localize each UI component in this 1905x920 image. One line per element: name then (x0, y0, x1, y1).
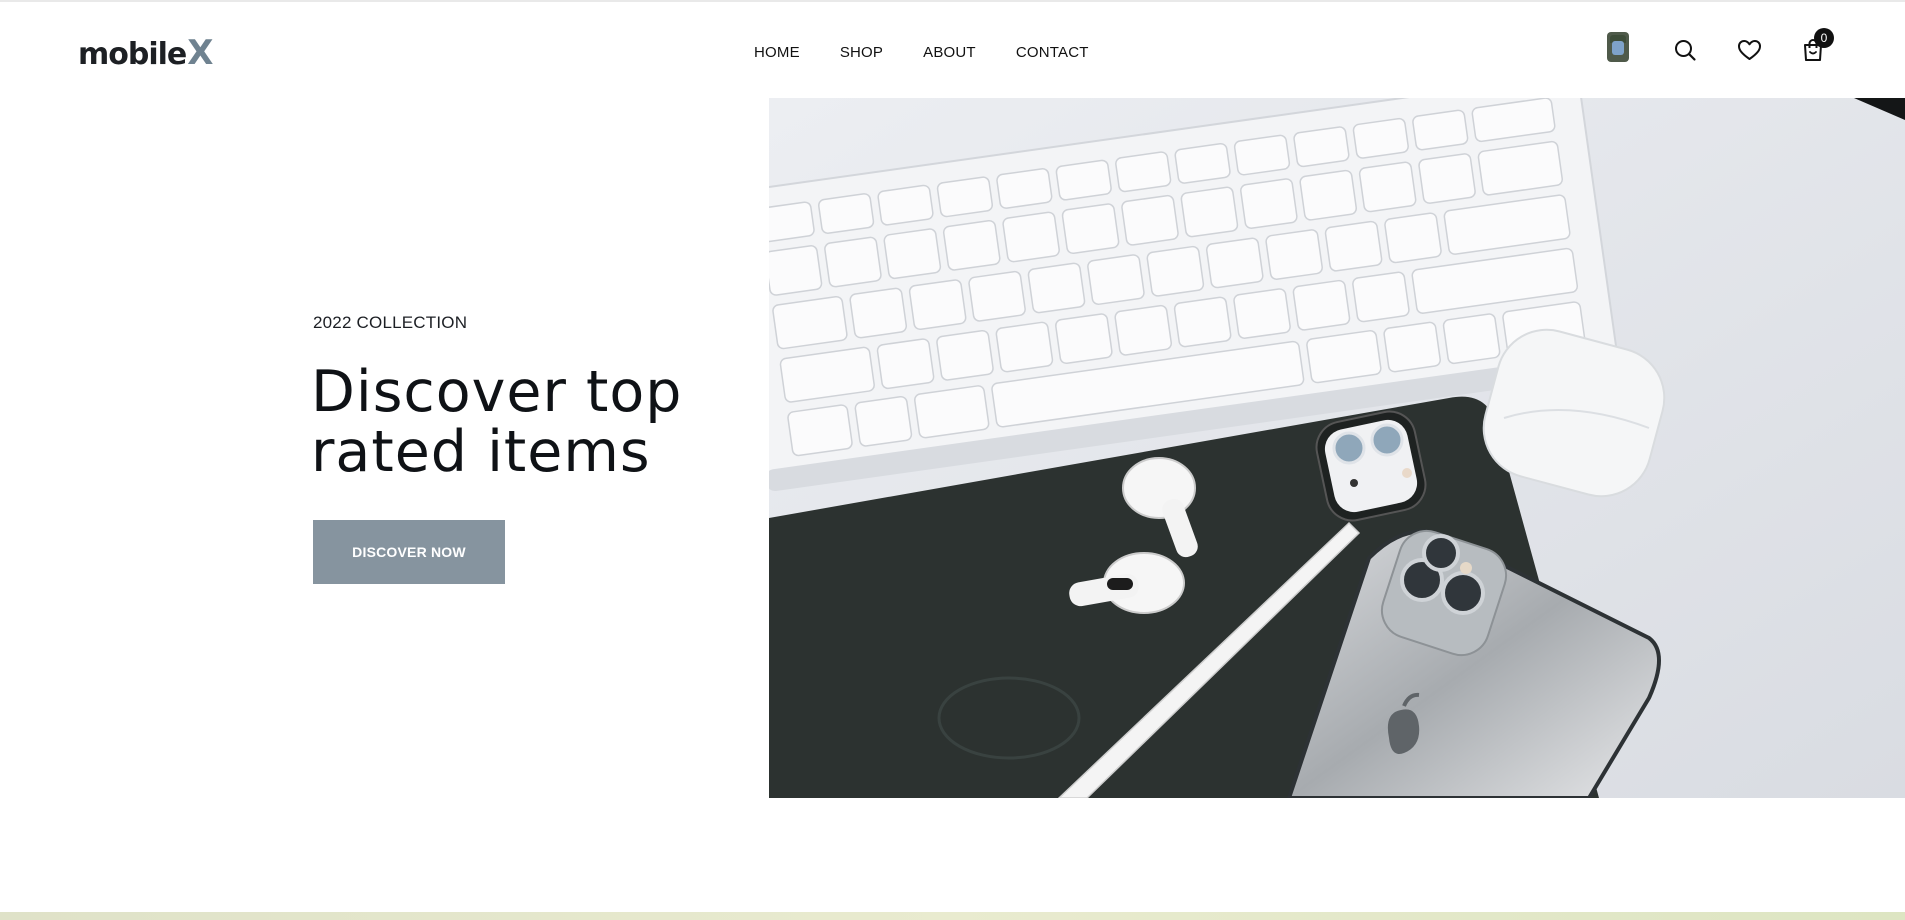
nav-item-about[interactable]: ABOUT (923, 44, 976, 61)
hero-headline-line2: rated items (311, 419, 651, 485)
discover-now-button[interactable]: DISCOVER NOW (313, 520, 505, 584)
hero-product-image (769, 98, 1905, 798)
brand-logo[interactable]: mobile X (78, 28, 213, 70)
hero-headline: Discover top rated items (311, 362, 691, 482)
logo-mark: X (187, 33, 214, 73)
search-button[interactable] (1667, 32, 1703, 68)
user-avatar[interactable] (1607, 32, 1629, 62)
heart-icon (1737, 40, 1761, 60)
hero-subtitle: 2022 COLLECTION (313, 313, 468, 332)
hero-photo-graphic (769, 98, 1905, 798)
nav-item-shop[interactable]: SHOP (840, 44, 883, 61)
main-nav: HOME SHOP ABOUT CONTACT (754, 44, 1089, 61)
logo-text: mobile (78, 37, 187, 72)
nav-item-contact[interactable]: CONTACT (1016, 44, 1089, 61)
hero-headline-line1: Discover top (311, 359, 683, 425)
top-border (0, 0, 1905, 2)
wishlist-button[interactable] (1731, 32, 1767, 68)
search-icon (1675, 40, 1696, 61)
bottom-strip (0, 912, 1905, 920)
nav-item-home[interactable]: HOME (754, 44, 800, 61)
cart-count-badge: 0 (1814, 28, 1834, 48)
